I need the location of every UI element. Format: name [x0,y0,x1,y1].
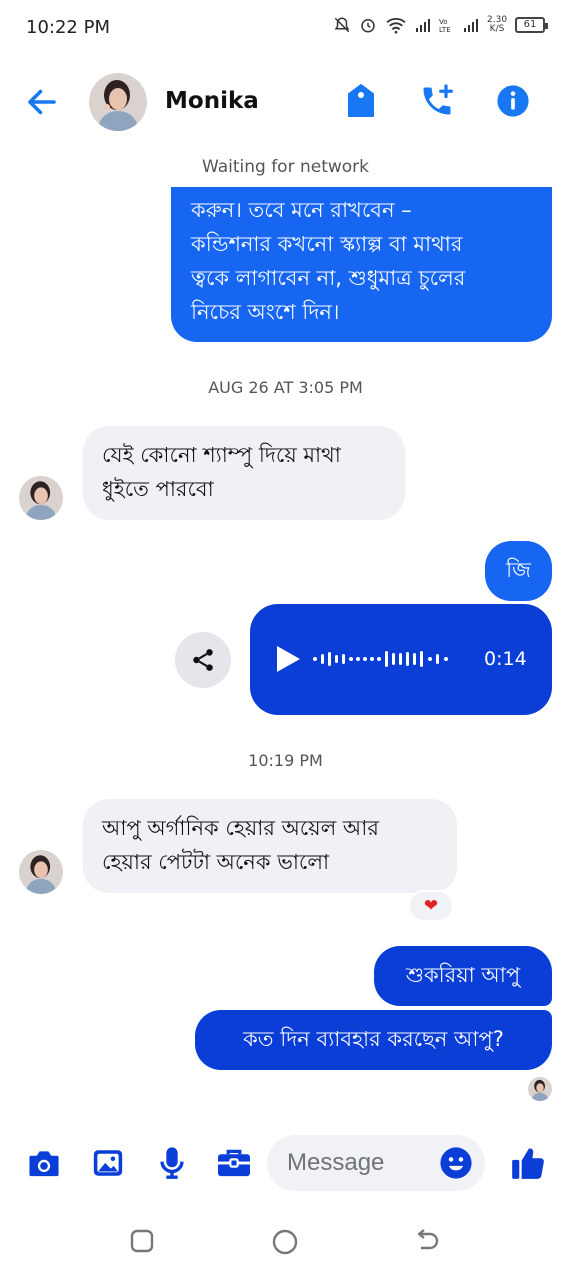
thumbs-up-icon [512,1148,544,1179]
play-icon[interactable] [274,644,302,674]
signal-icon [416,19,430,32]
message-text: জি [506,558,531,582]
back-arrow-icon [28,89,56,115]
mic-icon [160,1147,184,1179]
timestamp: AUG 26 AT 3:05 PM [208,378,363,397]
message-bubble-outgoing[interactable]: করুন। তবে মনে রাখবেন – কন্ডিশনার কখনো স্… [171,187,552,342]
camera-button[interactable] [24,1143,64,1183]
net-speed: 2.30 K/S [487,16,507,34]
contact-name[interactable]: Monika [165,88,259,114]
home-icon [272,1229,298,1255]
contact-avatar[interactable] [89,73,147,131]
heart-reaction[interactable]: ❤ [408,890,454,922]
info-button[interactable] [492,80,534,122]
add-call-icon [423,84,453,115]
message-text: শুকরিয়া আপু [405,963,521,987]
voice-message[interactable]: 0:14 [250,604,552,715]
gallery-button[interactable] [88,1143,128,1183]
waveform [313,651,448,667]
back-nav-icon [417,1229,439,1250]
tag-icon [348,84,374,117]
battery-icon: 61 [515,17,548,33]
camera-icon [29,1151,59,1177]
status-time: 10:22 PM [26,17,110,38]
message-line: করুন। তবে মনে রাখবেন – [191,198,412,222]
chat-header: Monika [0,58,571,146]
wifi-icon [386,18,406,34]
status-icons: Vo LTE 2.30 K/S 61 [333,16,548,34]
status-bar: 10:22 PM Vo LTE 2.30 K/S 61 [0,0,571,58]
message-line: হেয়ার পেটটা অনেক ভালো [102,850,330,874]
alarm-icon [361,19,375,33]
emoji-button[interactable] [436,1143,476,1183]
avatar-image [19,850,63,894]
voice-record-button[interactable] [152,1143,192,1183]
composer-bar [0,1125,571,1201]
message-bubble-outgoing[interactable]: শুকরিয়া আপু [374,946,552,1006]
net-speed-unit: K/S [489,24,505,34]
share-button[interactable] [175,632,231,688]
message-bubble-incoming[interactable]: যেই কোনো শ্যাম্পু দিয়ে মাথা ধুইতে পারবো [83,426,405,520]
message-line: আপু অর্গানিক হেয়ার অয়েল আর [102,816,379,840]
toolbox-button[interactable] [214,1143,254,1183]
like-button[interactable] [508,1143,548,1183]
recents-icon [130,1229,154,1253]
network-status: Waiting for network [201,157,370,177]
info-icon [497,85,529,117]
system-nav-bar [0,1200,571,1280]
message-bubble-outgoing[interactable]: কত দিন ব্যাবহার করছেন আপু? [195,1010,552,1070]
voice-duration: 0:14 [484,648,527,670]
svg-text:Vo: Vo [439,18,448,26]
timestamp: 10:19 PM [248,751,323,770]
message-text: কত দিন ব্যাবহার করছেন আপু? [243,1027,504,1051]
signal-icon-2 [464,19,478,32]
home-button[interactable] [271,1228,299,1256]
toolbox-icon [218,1149,250,1177]
message-bubble-incoming[interactable]: আপু অর্গানিক হেয়ার অয়েল আর হেয়ার পেটট… [83,799,457,893]
message-line: ধুইতে পারবো [102,477,214,501]
message-line: ত্বকে লাগাবেন না, শুধুমাত্র চুলের [191,266,466,290]
volte-icon: VoLTE [439,18,451,34]
message-line: নিচের অংশে দিন। [191,300,340,324]
share-icon [193,649,213,671]
message-line: কন্ডিশনার কখনো স্ক্যাল্প বা মাথার [191,232,463,256]
back-button[interactable] [24,84,64,120]
message-bubble-outgoing[interactable]: জি [485,541,552,601]
mute-icon [334,17,350,33]
tag-button[interactable] [340,80,382,122]
gallery-icon [93,1150,123,1176]
sender-avatar[interactable] [19,476,63,520]
sender-avatar[interactable] [19,850,63,894]
avatar-image [89,73,147,131]
emoji-icon [440,1147,472,1179]
avatar-image [19,476,63,520]
avatar-image [528,1077,552,1101]
back-nav-button[interactable] [413,1228,441,1256]
svg-text:LTE: LTE [439,26,451,34]
message-line: যেই কোনো শ্যাম্পু দিয়ে মাথা [102,443,341,467]
recents-button[interactable] [129,1228,157,1256]
seen-avatar [528,1077,552,1101]
add-call-button[interactable] [416,80,458,122]
